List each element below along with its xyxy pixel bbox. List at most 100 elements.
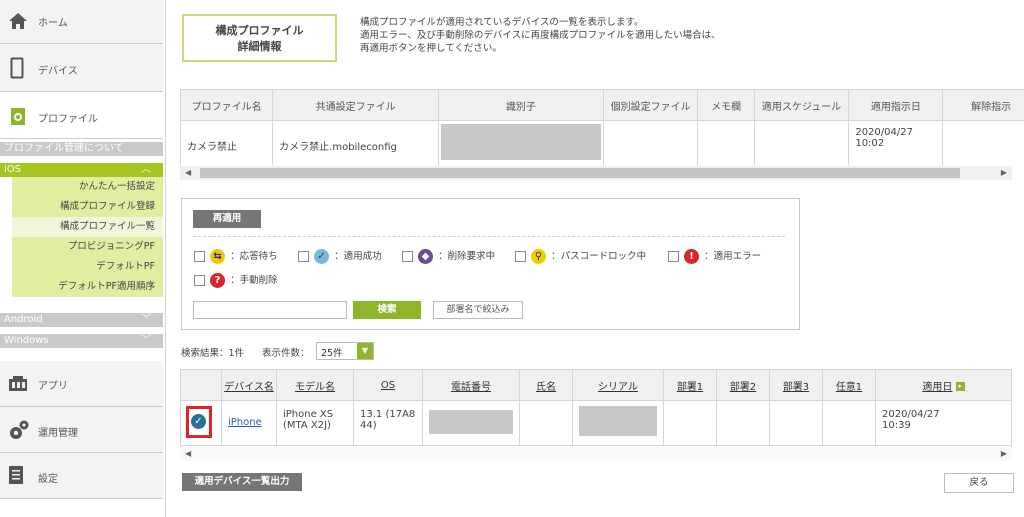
status-checkbox[interactable]	[194, 275, 205, 286]
status-success[interactable]: ✓ ：適用成功	[298, 248, 384, 264]
sort-dept1[interactable]: 部署1	[677, 382, 703, 393]
ios-section-header[interactable]: iOS ︿	[0, 163, 163, 177]
ios-item-default-pf-order[interactable]: デフォルトPF適用順序	[12, 277, 163, 297]
cell-memo	[697, 120, 755, 165]
col-model[interactable]: モデル名	[276, 369, 354, 401]
ios-item-profile-list[interactable]: 構成プロファイル一覧	[12, 217, 163, 237]
col-serial[interactable]: シリアル	[572, 369, 664, 401]
status-delete-request[interactable]: ◆ ：削除要求中	[402, 248, 497, 264]
status-waiting[interactable]: ⇆ ：応答待ち	[194, 248, 280, 264]
sort-apply-date[interactable]: 適用日	[922, 382, 952, 393]
col-device-name[interactable]: デバイス名	[221, 369, 277, 401]
ios-item-default-pf[interactable]: デフォルトPF	[12, 257, 163, 277]
document-icon	[9, 466, 23, 484]
col-profile-name: プロファイル名	[180, 89, 274, 121]
detail-line1: 構成プロファイル	[215, 24, 304, 37]
profile-table-scrollbar[interactable]: ◀ ▶	[180, 166, 1012, 180]
cell-any1	[822, 400, 876, 446]
sidebar: ホーム デバイス プロファイル プロファイル管理について iOS ︿ かんたん一…	[0, 0, 166, 517]
col-dept2[interactable]: 部署2	[716, 369, 770, 401]
nav-device[interactable]: デバイス	[0, 44, 163, 92]
col-os[interactable]: OS	[353, 369, 423, 401]
status-label: ：パスコードロック中	[551, 251, 647, 262]
export-devices-button[interactable]: 適用デバイス一覧出力	[182, 473, 302, 491]
scroll-thumb[interactable]	[200, 168, 960, 178]
check-icon: ✓	[314, 249, 330, 264]
nav-apps[interactable]: アプリ	[0, 361, 163, 407]
chevron-up-icon: ︿	[141, 164, 151, 175]
status-checkbox[interactable]	[668, 251, 679, 262]
col-dept3[interactable]: 部署3	[769, 369, 823, 401]
cell-select[interactable]: ✓	[180, 400, 222, 446]
device-table-scrollbar[interactable]: ◀ ▶	[180, 447, 1012, 461]
col-any1[interactable]: 任意1	[822, 369, 876, 401]
nav-settings-label: 設定	[38, 474, 58, 485]
reapply-button[interactable]: 再適用	[193, 210, 261, 228]
device-link[interactable]: iPhone	[228, 417, 262, 428]
status-checkbox[interactable]	[194, 251, 205, 262]
apply-date: 2020/04/27	[882, 409, 940, 420]
detail-line2: 詳細情報	[237, 40, 282, 53]
col-name[interactable]: 氏名	[519, 369, 573, 401]
search-button[interactable]: 検索	[353, 301, 421, 319]
device-table: デバイス名 モデル名 OS 電話番号 氏名 シリアル 部署1 部署2 部署3 任…	[180, 369, 1012, 446]
sort-os[interactable]: OS	[381, 380, 395, 391]
question-icon: ?	[210, 273, 226, 288]
nav-operations[interactable]: 運用管理	[0, 407, 163, 453]
windows-section-header[interactable]: Windows ﹀	[0, 334, 163, 348]
per-page-select[interactable]: 25件 ▼	[316, 342, 374, 360]
sort-model[interactable]: モデル名	[295, 382, 335, 393]
status-checkbox[interactable]	[402, 251, 413, 262]
profile-detail-button[interactable]: 構成プロファイル 詳細情報	[182, 14, 337, 62]
sort-device-name[interactable]: デバイス名	[224, 382, 274, 393]
col-apply-date: 適用指示日	[848, 89, 944, 121]
profile-about-link[interactable]: プロファイル管理について	[0, 142, 163, 156]
back-button[interactable]: 戻る	[944, 473, 1014, 493]
sort-name[interactable]: 氏名	[536, 382, 556, 393]
status-checkbox[interactable]	[515, 251, 526, 262]
sort-dept3[interactable]: 部署3	[783, 382, 809, 393]
exclamation-icon: !	[684, 249, 700, 264]
home-icon	[9, 13, 27, 29]
ios-item-provisioning[interactable]: プロビジョニングPF	[12, 237, 163, 257]
sort-phone[interactable]: 電話番号	[451, 382, 491, 393]
cell-apply-date: 2020/04/27 10:39	[875, 400, 1012, 446]
nav-profile[interactable]: プロファイル	[0, 92, 163, 139]
description-line: 構成プロファイルが適用されているデバイスの一覧を表示します。	[360, 17, 644, 28]
scroll-right-icon[interactable]: ▶	[1001, 447, 1007, 461]
col-phone[interactable]: 電話番号	[422, 369, 520, 401]
dept-filter-button[interactable]: 部署名で絞込み	[433, 301, 523, 319]
check-icon[interactable]: ✓	[191, 414, 206, 429]
col-apply-date[interactable]: 適用日 ▸	[875, 369, 1012, 401]
sort-any1[interactable]: 任意1	[836, 382, 862, 393]
status-passcode-lock[interactable]: ⚲ ：パスコードロック中	[515, 248, 648, 264]
ios-item-easy-setup[interactable]: かんたん一括設定	[12, 177, 163, 197]
col-dept1[interactable]: 部署1	[663, 369, 717, 401]
nav-settings[interactable]: 設定	[0, 453, 163, 499]
scroll-left-icon[interactable]: ◀	[185, 166, 191, 180]
sort-dept2[interactable]: 部署2	[730, 382, 756, 393]
search-input[interactable]	[193, 301, 347, 319]
sort-serial[interactable]: シリアル	[598, 382, 638, 393]
cell-serial	[572, 400, 664, 446]
scroll-right-icon[interactable]: ▶	[1001, 166, 1007, 180]
status-apply-error[interactable]: ! ：適用エラー	[668, 248, 763, 264]
windows-label: Windows	[4, 335, 49, 346]
keyhole-icon: ⚲	[531, 249, 547, 264]
redacted-block	[441, 124, 601, 160]
cell-schedule	[753, 120, 850, 165]
android-section-header[interactable]: Android ﹀	[0, 313, 163, 327]
scroll-left-icon[interactable]: ◀	[185, 447, 191, 461]
col-schedule: 適用スケジュール	[753, 89, 850, 121]
smartphone-icon	[10, 57, 24, 79]
nav-home-label: ホーム	[38, 18, 68, 29]
nav-home[interactable]: ホーム	[0, 0, 163, 44]
ios-item-profile-register[interactable]: 構成プロファイル登録	[12, 197, 163, 217]
status-manual-delete[interactable]: ? ：手動削除	[194, 272, 280, 288]
apps-icon	[9, 376, 27, 391]
per-page-label: 表示件数：	[262, 348, 310, 359]
status-checkbox[interactable]	[298, 251, 309, 262]
cell-common-file: カメラ禁止.mobileconfig	[272, 120, 440, 165]
col-individual-file: 個別設定ファイル	[602, 89, 699, 121]
ios-submenu: かんたん一括設定 構成プロファイル登録 構成プロファイル一覧 プロビジョニングP…	[12, 177, 163, 297]
